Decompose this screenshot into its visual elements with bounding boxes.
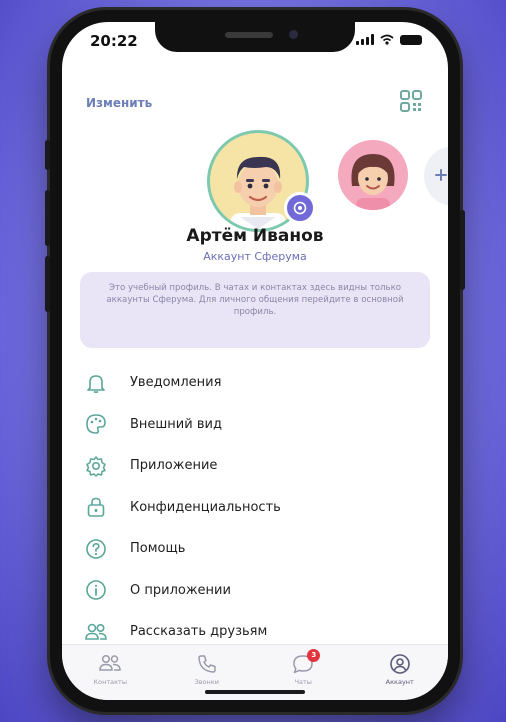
gear-icon [84,454,108,478]
tab-label: Контакты [93,678,127,686]
people-icon [84,620,108,644]
menu-item-label: Конфиденциальность [130,499,281,515]
menu-item-label: Помощь [130,541,186,557]
question-icon [84,537,108,561]
palette-icon [84,412,108,436]
phone-frame: 20:22 Изменить Артём Иванов Аккаунт Сфер… [45,10,465,712]
menu-item-about[interactable]: О приложении [62,570,448,612]
tab-account[interactable]: Аккаунт [360,645,440,700]
battery-icon [400,35,422,45]
profile-info-text: Это учебный профиль. В чатах и контактах… [106,283,404,317]
power-button [460,210,465,290]
edit-button[interactable]: Изменить [86,96,152,110]
tab-contacts[interactable]: Контакты [70,645,150,700]
phone-screen: 20:22 Изменить Артём Иванов Аккаунт Сфер… [62,22,448,700]
add-account-button[interactable] [424,146,448,206]
speaker [225,32,273,38]
settings-menu: Уведомления Внешний вид Приложение Конфи… [62,362,448,653]
profile-name: Артём Иванов [186,226,324,246]
notch [155,22,355,52]
volume-down-button [45,256,50,312]
profile-info-box: Это учебный профиль. В чатах и контактах… [80,272,430,348]
lock-icon [84,495,108,519]
menu-item-label: О приложении [130,582,231,598]
menu-item-privacy[interactable]: Конфиденциальность [62,487,448,529]
secondary-account-avatar[interactable] [338,140,408,210]
home-indicator[interactable] [205,690,305,694]
wifi-icon [380,34,394,45]
menu-item-application[interactable]: Приложение [62,445,448,487]
signal-icon [356,34,374,45]
contacts-icon [99,654,122,671]
menu-item-label: Внешний вид [130,416,222,432]
status-time: 20:22 [90,32,138,50]
account-type-label: Аккаунт Сферума [203,250,307,263]
menu-item-help[interactable]: Помощь [62,528,448,570]
plus-icon [435,169,447,181]
account-icon [389,654,410,674]
bell-icon [84,371,108,395]
tab-label: Звонки [194,678,219,686]
tab-label: Аккаунт [385,678,414,686]
tab-label: Чаты [294,678,312,686]
menu-item-notifications[interactable]: Уведомления [62,362,448,404]
menu-item-label: Приложение [130,458,218,474]
menu-item-label: Рассказать друзьям [130,624,268,640]
qr-code-icon[interactable] [400,90,422,116]
menu-item-label: Уведомления [130,375,222,391]
menu-item-appearance[interactable]: Внешний вид [62,404,448,446]
volume-up-button [45,190,50,246]
info-icon [84,578,108,602]
phone-icon [198,655,216,673]
mute-switch [45,140,50,170]
status-icons [356,34,422,45]
front-camera [289,30,298,39]
sferum-badge-icon [284,192,316,224]
chat-unread-badge: 3 [307,649,321,662]
